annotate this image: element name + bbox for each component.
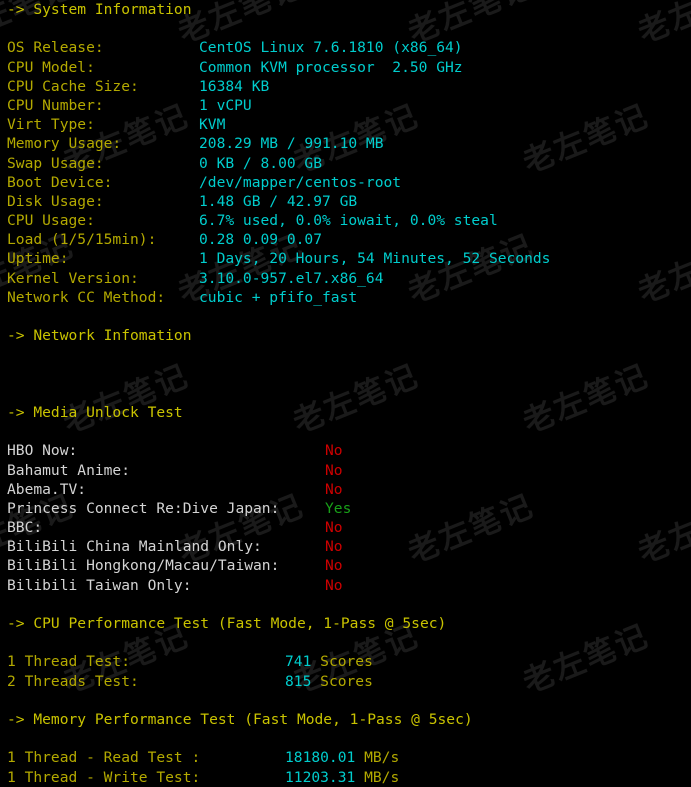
terminal-output: -> System Information OS Release: CentOS …	[0, 0, 691, 786]
unit-label: MB/s	[364, 768, 400, 786]
row-virt-type: Virt Type: KVM	[7, 116, 226, 134]
row-swap-usage: Swap Usage: 0 KB / 8.00 GB	[7, 154, 323, 172]
row-load-average: Load (1/5/15min): 0.28 0.09 0.07	[7, 231, 323, 249]
row-media-bilibili-hongkong-macau-taiwan: BiliBili Hongkong/Macau/Taiwan: No	[7, 557, 343, 575]
row-cpu-number: CPU Number: 1 vCPU	[7, 96, 252, 114]
row-media-princess-connect-redive-japan: Princess Connect Re:Dive Japan: Yes	[7, 499, 352, 517]
row-boot-device: Boot Device:/dev/mapper/centos-root	[7, 173, 402, 191]
unit-label: Scores	[320, 672, 373, 690]
row-kernel-version: Kernel Version: 3.10.0-957.el7.x86_64	[7, 269, 384, 287]
status-badge: No	[325, 557, 343, 575]
row-cpu-usage: CPU Usage: 6.7% used, 0.0% iowait, 0.0% s…	[7, 212, 498, 230]
row-media-bahamut-anime: Bahamut Anime: No	[7, 461, 343, 479]
row-cpu-cache-size: CPU Cache Size: 16384 KB	[7, 77, 270, 95]
section-header-network-information: -> Network Infomation	[7, 327, 192, 345]
status-badge: No	[325, 442, 343, 460]
row-media-hbo-now: HBO Now: No	[7, 442, 343, 460]
row-media-bilibili-china-mainland-only: BiliBili China Mainland Only: No	[7, 538, 343, 556]
row-disk-usage: Disk Usage: 1.48 GB / 42.97 GB	[7, 192, 358, 210]
row-memory-usage: Memory Usage: 208.29 MB / 991.10 MB	[7, 135, 384, 153]
row-network-cc-method: Network CC Method: cubic + pfifo_fast	[7, 288, 358, 306]
row-memory-1-thread-read-test: 1 Thread - Read Test :18180.01 MB/s	[7, 749, 400, 767]
unit-label: MB/s	[364, 749, 400, 767]
status-badge: No	[325, 576, 343, 594]
status-badge: No	[325, 480, 343, 498]
unit-label: Scores	[320, 653, 373, 671]
row-cpu-model: CPU Model: Common KVM processor 2.50 GHz	[7, 58, 463, 76]
row-media-abema-tv: Abema.TV: No	[7, 480, 343, 498]
row-uptime: Uptime: 1 Days, 20 Hours, 54 Minutes, 52 …	[7, 250, 551, 268]
section-header-cpu-performance-test: -> CPU Performance Test (Fast Mode, 1-Pa…	[7, 615, 447, 632]
status-badge: No	[325, 538, 343, 556]
row-cpu-1-thread-test: 1 Thread Test: 741 Scores	[7, 653, 373, 671]
row-os-release: OS Release: CentOS Linux 7.6.1810 (x86_64…	[7, 39, 463, 57]
status-badge: No	[325, 519, 343, 537]
section-header-memory-performance-test: -> Memory Performance Test (Fast Mode, 1…	[7, 710, 473, 728]
row-media-bilibili-taiwan-only: Bilibili Taiwan Only: No	[7, 576, 343, 594]
row-media-bbc: BBC: No	[7, 519, 343, 537]
status-badge: Yes	[325, 499, 352, 517]
section-header-system-information: -> System Information	[7, 1, 192, 18]
row-memory-1-thread-write-test: 1 Thread - Write Test: 11203.31 MB/s	[7, 768, 400, 786]
section-header-media-unlock-test: -> Media Unlock Test	[7, 403, 183, 421]
row-cpu-2-threads-test: 2 Threads Test: 815 Scores	[7, 672, 373, 690]
status-badge: No	[325, 461, 343, 479]
